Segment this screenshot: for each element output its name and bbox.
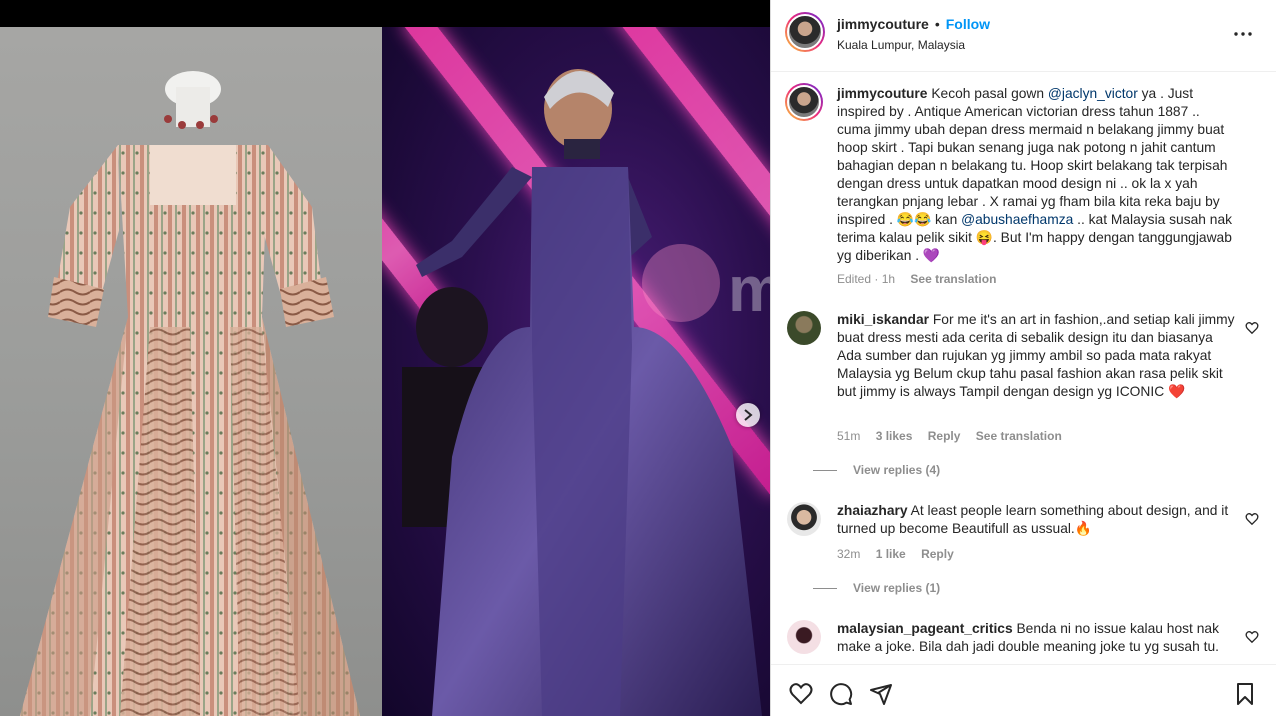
see-translation-link[interactable]: See translation xyxy=(910,272,996,286)
follow-button[interactable]: Follow xyxy=(946,16,990,32)
separator-dot: • xyxy=(934,16,940,32)
caption-text-part: kan xyxy=(931,212,962,227)
stage-performer-photo xyxy=(382,27,770,716)
tongue-emoji: 😝 xyxy=(975,230,993,245)
comment-meta: 32m 1 like Reply xyxy=(837,547,966,561)
post-actions-bar xyxy=(771,664,1276,716)
see-translation-link[interactable]: See translation xyxy=(976,429,1062,443)
comment-text: zhaiazhary At least people learn somethi… xyxy=(837,502,1237,538)
caption-text-part: Kecoh pasal gown xyxy=(931,86,1048,101)
view-replies-button[interactable]: View replies (4) xyxy=(813,463,940,477)
comment-time: 32m xyxy=(837,547,861,561)
commenter-username[interactable]: zhaiazhary xyxy=(837,503,908,518)
reply-button[interactable]: Reply xyxy=(928,429,961,443)
comment-text: malaysian_pageant_critics Benda ni no is… xyxy=(837,620,1237,656)
fire-emoji: 🔥 xyxy=(1074,521,1092,536)
heart-icon[interactable] xyxy=(1245,630,1259,644)
likes-count[interactable]: 1 like xyxy=(876,547,906,561)
caption-text: jimmycouture Kecoh pasal gown @jaclyn_vi… xyxy=(837,85,1237,265)
likes-count[interactable]: 3 likes xyxy=(876,429,913,443)
comment-meta: 51m 3 likes Reply See translation xyxy=(837,429,1074,443)
comment-icon[interactable] xyxy=(829,682,853,706)
commenter-username[interactable]: miki_iskandar xyxy=(837,312,929,327)
commenter-username[interactable]: malaysian_pageant_critics xyxy=(837,621,1013,636)
heart-icon[interactable] xyxy=(789,682,813,706)
author-username[interactable]: jimmycouture xyxy=(837,16,929,32)
caption-author-avatar[interactable] xyxy=(785,83,823,121)
purple-heart-emoji: 💜 xyxy=(922,248,941,263)
watermark-owl-logo xyxy=(642,244,720,322)
share-icon[interactable] xyxy=(869,682,893,706)
more-options-icon[interactable] xyxy=(1231,22,1255,46)
avatar-image xyxy=(787,14,823,50)
caption-text-part: ya . Just inspired by . Antique American… xyxy=(837,86,1228,227)
antique-dress-photo xyxy=(0,27,382,716)
instagram-post-viewer: murai jimmycouture • Follow Kuala Lumpur… xyxy=(0,0,1276,716)
view-replies-button[interactable]: View replies (1) xyxy=(813,581,940,595)
divider xyxy=(813,469,837,471)
reply-button[interactable]: Reply xyxy=(921,547,954,561)
watermark-text: murai xyxy=(728,253,770,325)
next-image-button[interactable] xyxy=(736,403,760,427)
avatar-image xyxy=(787,85,821,119)
author-avatar[interactable] xyxy=(785,12,825,52)
edited-time: Edited · 1h xyxy=(837,272,896,286)
antique-dress-illustration xyxy=(20,71,360,716)
post-location[interactable]: Kuala Lumpur, Malaysia xyxy=(837,38,965,52)
comment-text: miki_iskandar For me it's an art in fash… xyxy=(837,311,1237,401)
laughing-emoji: 😂😂 xyxy=(896,212,932,227)
post-header: jimmycouture • Follow Kuala Lumpur, Mala… xyxy=(771,0,1276,72)
caption-meta: Edited · 1h See translation xyxy=(837,272,1008,286)
performer-illustration xyxy=(402,69,762,716)
commenter-avatar[interactable] xyxy=(787,502,821,536)
divider xyxy=(813,587,837,589)
post-side-panel: jimmycouture • Follow Kuala Lumpur, Mala… xyxy=(770,0,1276,716)
mention-link[interactable]: @jaclyn_victor xyxy=(1048,86,1138,101)
comments-list[interactable]: jimmycouture Kecoh pasal gown @jaclyn_vi… xyxy=(771,73,1276,663)
chevron-right-icon xyxy=(744,409,753,421)
bookmark-icon[interactable] xyxy=(1233,682,1257,706)
commenter-avatar[interactable] xyxy=(787,311,821,345)
heart-icon[interactable] xyxy=(1245,321,1259,335)
red-heart-emoji: ❤️ xyxy=(1168,384,1186,399)
commenter-avatar[interactable] xyxy=(787,620,821,654)
comment-time: 51m xyxy=(837,429,861,443)
author-line: jimmycouture • Follow xyxy=(837,16,990,32)
view-replies-label: View replies (4) xyxy=(853,463,941,477)
post-media: murai xyxy=(0,0,770,716)
heart-icon[interactable] xyxy=(1245,512,1259,526)
view-replies-label: View replies (1) xyxy=(853,581,941,595)
caption-username[interactable]: jimmycouture xyxy=(837,86,927,101)
mention-link[interactable]: @abushaefhamza xyxy=(961,212,1073,227)
